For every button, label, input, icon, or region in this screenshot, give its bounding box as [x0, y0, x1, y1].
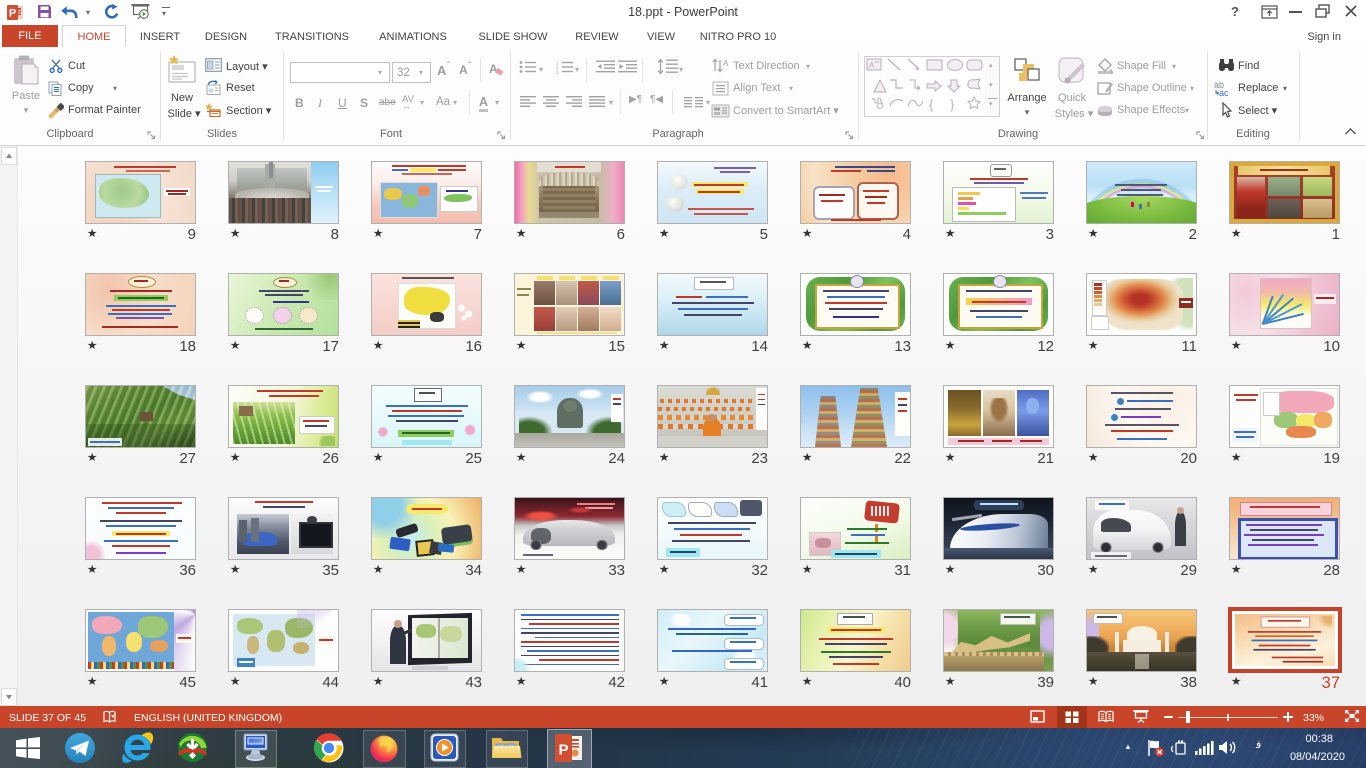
svg-text:P: P [558, 742, 568, 759]
svg-text:A: A [869, 61, 875, 70]
svg-text:}: } [950, 97, 955, 112]
svg-text:ac: ac [1219, 88, 1229, 97]
svg-text:{: { [929, 97, 934, 112]
